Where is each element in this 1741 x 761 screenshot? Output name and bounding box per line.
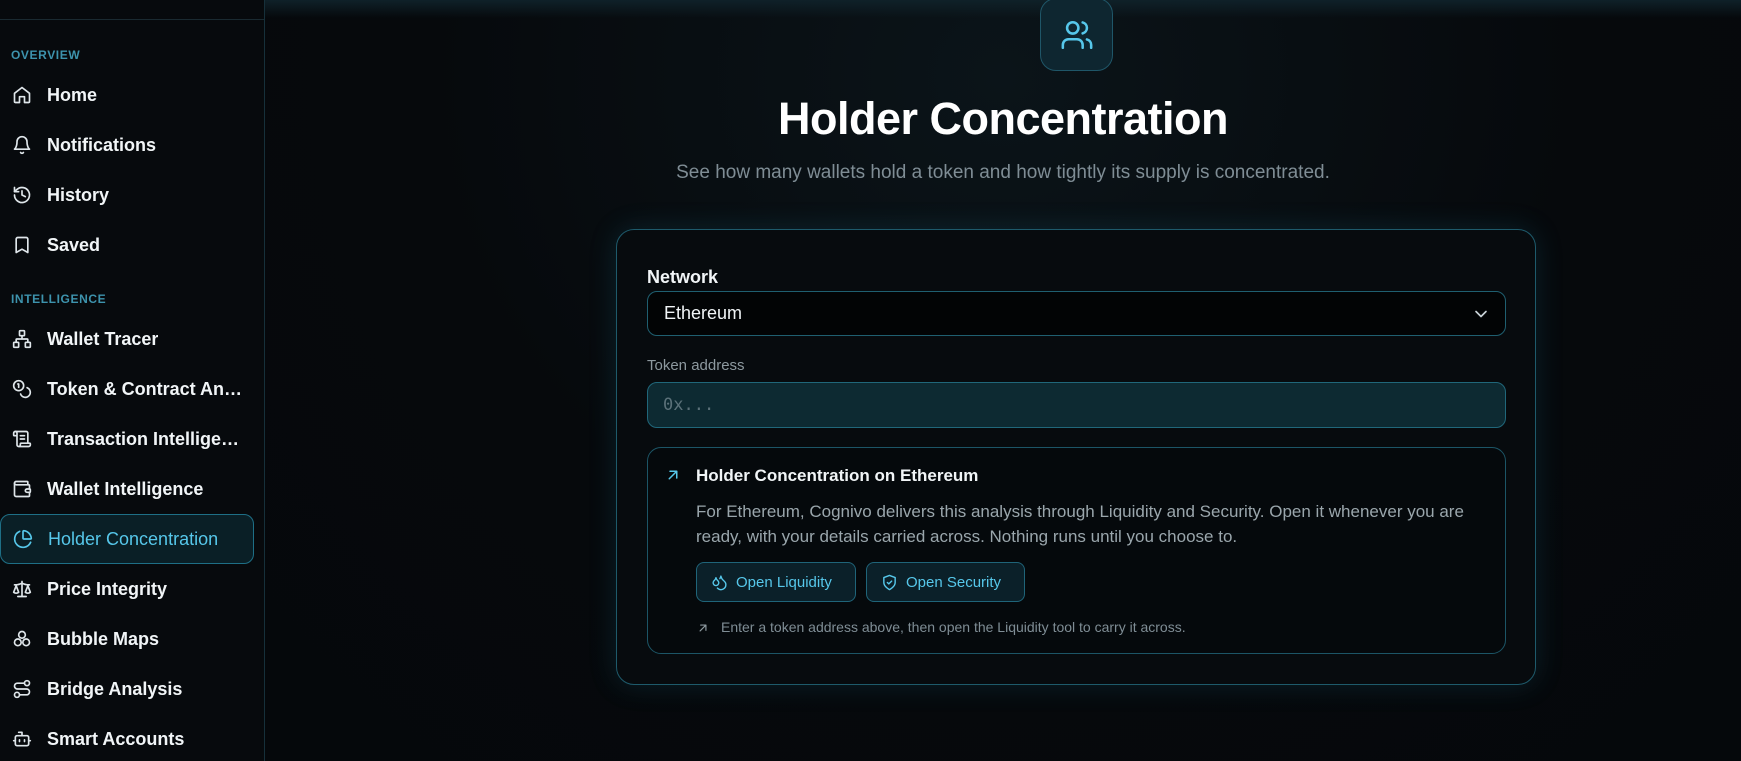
history-icon xyxy=(11,184,33,206)
open-security-label: Open Security xyxy=(906,573,1002,591)
routing-info-box: Holder Concentration on Ethereum For Eth… xyxy=(647,447,1506,654)
info-text: For Ethereum, Cognivo delivers this anal… xyxy=(696,502,1464,546)
bookmark-icon xyxy=(11,234,33,256)
app-window: OVERVIEW Home Notifications History Save… xyxy=(0,0,1741,761)
bell-icon xyxy=(11,134,33,156)
chevron-down-icon xyxy=(1471,304,1491,324)
route-icon xyxy=(11,678,33,700)
sidebar-item-label: Wallet Intelligence xyxy=(47,478,204,499)
sidebar-item-label: Saved xyxy=(47,234,101,255)
sidebar-item-wallet-tracer[interactable]: Wallet Tracer xyxy=(0,314,254,364)
sidebar-item-price-integrity[interactable]: Price Integrity xyxy=(0,564,254,614)
droplets-icon xyxy=(712,574,727,590)
coins-icon xyxy=(11,378,33,400)
sidebar-item-holder-concentration[interactable]: Holder Concentration xyxy=(0,514,254,564)
sidebar-item-label: Home xyxy=(47,84,98,105)
sidebar-section-intelligence: INTELLIGENCE xyxy=(11,292,107,306)
sidebar-item-history[interactable]: History xyxy=(0,170,254,220)
info-title: Holder Concentration on Ethereum xyxy=(696,466,979,485)
sidebar-item-label: History xyxy=(47,184,110,205)
sidebar-item-bridge-analysis[interactable]: Bridge Analysis xyxy=(0,664,254,714)
scale-icon xyxy=(11,578,33,600)
sidebar-item-label: Token & Contract Analysis xyxy=(47,378,247,399)
token-address-input[interactable] xyxy=(647,382,1506,428)
sidebar-item-label: Wallet Tracer xyxy=(47,328,159,349)
sidebar-item-bubble-maps[interactable]: Bubble Maps xyxy=(0,614,254,664)
token-address-label: Token address xyxy=(647,357,745,374)
arrow-up-right-icon xyxy=(696,621,710,635)
bot-icon xyxy=(11,728,33,750)
sidebar-item-label: Bubble Maps xyxy=(47,628,160,649)
wallet-icon xyxy=(11,478,33,500)
hint-text: Enter a token address above, then open t… xyxy=(721,619,1186,635)
sidebar-item-home[interactable]: Home xyxy=(0,70,254,120)
sidebar-item-token-contract-analysis[interactable]: Token & Contract Analysis xyxy=(0,364,254,414)
sidebar-section-overview: OVERVIEW xyxy=(11,48,81,62)
sidebar-item-label: Bridge Analysis xyxy=(47,678,183,699)
sidebar-item-notifications[interactable]: Notifications xyxy=(0,120,254,170)
sidebar-item-label: Holder Concentration xyxy=(48,528,219,549)
page-title: Holder Concentration xyxy=(777,93,1229,144)
sidebar-item-label: Smart Accounts xyxy=(47,728,185,749)
sidebar-item-label: Notifications xyxy=(47,134,157,155)
network-select[interactable]: Ethereum xyxy=(647,291,1506,336)
network-icon xyxy=(11,328,33,350)
sidebar-item-label: Price Integrity xyxy=(47,578,168,599)
sidebar-item-saved[interactable]: Saved xyxy=(0,220,254,270)
arrow-up-right-icon xyxy=(664,466,682,484)
bubbles-icon xyxy=(11,628,33,650)
top-glow xyxy=(265,0,1741,18)
open-liquidity-button[interactable]: Open Liquidity xyxy=(696,562,856,602)
sidebar: OVERVIEW Home Notifications History Save… xyxy=(0,0,265,761)
network-label: Network xyxy=(647,267,719,287)
scroll-icon xyxy=(11,428,33,450)
sidebar-item-label: Transaction Intelligence xyxy=(47,428,247,449)
main-content: Holder Concentration See how many wallet… xyxy=(265,0,1741,761)
open-liquidity-label: Open Liquidity xyxy=(736,573,832,591)
sidebar-divider xyxy=(0,19,264,20)
holder-concentration-card: Network Ethereum Token address Holder Co… xyxy=(616,229,1536,685)
sidebar-item-smart-accounts[interactable]: Smart Accounts xyxy=(0,714,254,761)
pie-chart-icon xyxy=(12,528,34,550)
sidebar-item-transaction-intelligence[interactable]: Transaction Intelligence xyxy=(0,414,254,464)
home-icon xyxy=(11,84,33,106)
open-security-button[interactable]: Open Security xyxy=(866,562,1025,602)
users-icon xyxy=(1040,0,1113,71)
shield-check-icon xyxy=(883,574,896,590)
sidebar-item-wallet-intelligence[interactable]: Wallet Intelligence xyxy=(0,464,254,514)
network-selected-value: Ethereum xyxy=(664,303,743,323)
page-subtitle: See how many wallets hold a token and ho… xyxy=(676,162,1330,183)
